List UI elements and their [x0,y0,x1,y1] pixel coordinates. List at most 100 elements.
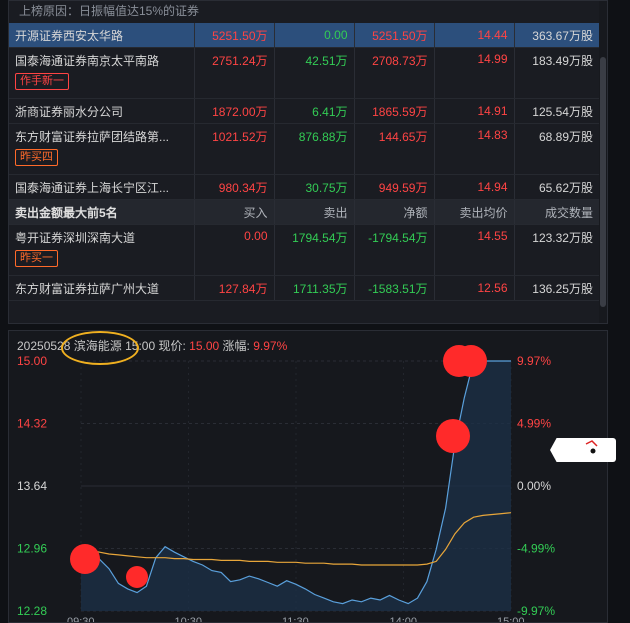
seat-name: 东方财富证券拉萨广州大道 [9,275,195,301]
seat-name-text: 开源证券西安太华路 [15,28,124,43]
seat-name-text: 东方财富证券拉萨广州大道 [15,281,160,296]
net-amount-text: 144.65万 [378,130,428,144]
avg-price-text: 14.94 [477,180,508,194]
buy-amount: 5251.50万 [194,23,275,48]
buy-amount: 1872.00万 [194,98,275,124]
right-tick-label: 0.00% [517,479,551,493]
chart-change-label: 涨幅: [222,339,250,353]
seat-name-text: 粤开证券深圳深南大道 [15,231,136,245]
net-amount-text: -1794.54万 [368,231,428,245]
annotation-dot [455,345,487,377]
x-tick-label: 15:00 [497,616,525,623]
net-amount-text: 2708.73万 [372,54,428,68]
chart-info-line: 20250528 滨海能源 15:00 现价: 15.00 涨幅: 9.97% [17,337,287,354]
sell-amount: 6.41万 [274,98,355,124]
left-tick-label: 12.28 [17,604,47,618]
net-amount: -1794.54万 [354,224,435,276]
avg-price-text: 14.91 [477,104,508,118]
net-amount: -1583.51万 [354,275,435,301]
trade-volume-text: 136.25万股 [532,281,593,296]
sell-amount-text: 876.88万 [298,130,348,144]
avg-price-text: 14.55 [477,229,508,243]
annotation-dot [126,566,148,588]
intraday-chart-panel: 20250528 滨海能源 15:00 现价: 15.00 涨幅: 9.97% … [8,330,608,623]
seat-name: 东方财富证券拉萨团结路第... 昨买四 [9,123,195,175]
net-amount: 2708.73万 [354,47,435,99]
buy-amount: 1021.52万 [194,123,275,175]
buy-amount-text: 0.00 [244,229,268,243]
sell-amount: 30.75万 [274,174,355,200]
sell-header-net: 净额 [354,199,435,225]
avg-price: 14.91 [434,98,515,124]
intraday-line-chart[interactable]: 15.00 9.97% 14.32 4.99% 13.64 0.00% 12.96 -4.99… [9,331,608,623]
trade-volume: 65.62万股 [514,174,599,200]
table-row[interactable]: 粤开证券深圳深南大道 昨买一 0.00 1794.54万 -1794.54万 14.55 1… [9,224,599,276]
table-row[interactable]: 浙商证券丽水分公司 1872.00万 6.41万 1865.59万 14.91 125.5… [9,98,599,124]
buy-amount: 980.34万 [194,174,275,200]
seat-tag-badge[interactable]: 昨买一 [15,250,58,267]
seat-name-text: 国泰海通证券南京太平南路 [15,54,160,68]
table-row[interactable]: 国泰海通证券上海长宁区江... 980.34万 30.75万 949.59万 14.94… [9,174,599,200]
buy-amount-text: 127.84万 [218,281,268,296]
trade-volume-text: 123.32万股 [532,231,593,245]
avg-price-text: 14.83 [477,128,508,142]
list-reason: 上榜原因：日振幅值达15%的证券 [19,4,200,18]
net-amount: 949.59万 [354,174,435,200]
buy-amount: 127.84万 [194,275,275,301]
buy-amount-text: 1872.00万 [212,104,268,119]
chart-price: 15.00 [189,339,220,353]
sell-amount-text: 30.75万 [305,180,348,195]
sell-amount: 0.00 [274,23,355,48]
sell-header-volume: 成交数量 [514,199,599,225]
sell-amount-text: 42.51万 [305,54,348,68]
table-row[interactable]: 东方财富证券拉萨广州大道 127.84万 1711.35万 -1583.51万 12.5… [9,275,599,301]
table-row[interactable]: 国泰海通证券南京太平南路 作手新一 2751.24万 42.51万 2708.73万 14… [9,47,599,99]
sell-header-price: 卖出均价 [434,199,515,225]
stock-name-highlight-ring [61,331,139,365]
avg-price: 14.83 [434,123,515,175]
avg-price-text: 14.44 [477,28,508,42]
widget-node-icon [585,440,598,447]
buy-amount: 2751.24万 [194,47,275,99]
x-tick-label: 14:00 [390,616,418,623]
buy-amount-text: 5251.50万 [212,28,268,43]
trade-volume-text: 68.89万股 [538,130,593,144]
trade-volume-text: 183.49万股 [532,54,593,68]
net-amount-text: 1865.59万 [372,104,428,119]
avg-price: 14.55 [434,224,515,276]
table-row[interactable]: 开源证券西安太华路 5251.50万 0.00 5251.50万 14.44 363.67… [9,23,599,48]
sell-header-sell: 卖出 [274,199,355,225]
net-amount: 5251.50万 [354,23,435,48]
seat-tag-badge[interactable]: 作手新一 [15,73,69,90]
buy-amount-text: 980.34万 [218,180,268,195]
buy-amount: 0.00 [194,224,275,276]
sell-header-buy: 买入 [194,199,275,225]
trade-volume: 123.32万股 [514,224,599,276]
seat-list-panel: 上榜原因：日振幅值达15%的证券 开源证券西安太华路 5251.50万 0.00 52… [8,0,608,324]
net-amount: 144.65万 [354,123,435,175]
trade-volume-text: 125.54万股 [532,104,593,119]
seat-name-text: 国泰海通证券上海长宁区江... [15,180,170,195]
avg-price: 14.44 [434,23,515,48]
seat-name-text: 浙商证券丽水分公司 [15,104,124,119]
annotation-dot [436,419,470,453]
trade-volume-text: 363.67万股 [532,28,593,43]
left-tick-label: 12.96 [17,542,47,556]
left-tick-label: 15.00 [17,354,47,368]
table-row[interactable]: 东方财富证券拉萨团结路第... 昨买四 1021.52万 876.88万 144.65万… [9,123,599,175]
scroll-thumb[interactable] [600,57,606,307]
seat-tag-badge[interactable]: 昨买四 [15,149,58,166]
buy-amount-text: 1021.52万 [212,130,268,144]
avg-price-text: 12.56 [477,281,508,295]
annotation-dot [70,544,100,574]
list-scrollbar[interactable] [599,1,607,323]
seat-name: 国泰海通证券南京太平南路 作手新一 [9,47,195,99]
trade-volume: 125.54万股 [514,98,599,124]
chart-change: 9.97% [253,339,288,353]
x-tick-label: 11:30 [282,616,309,623]
seat-name: 国泰海通证券上海长宁区江... [9,174,195,200]
sell-amount-text: 1711.35万 [293,281,348,296]
sell-amount: 1711.35万 [274,275,355,301]
x-tick-label: 09:30 [67,616,95,623]
floating-widget[interactable] [550,438,616,462]
